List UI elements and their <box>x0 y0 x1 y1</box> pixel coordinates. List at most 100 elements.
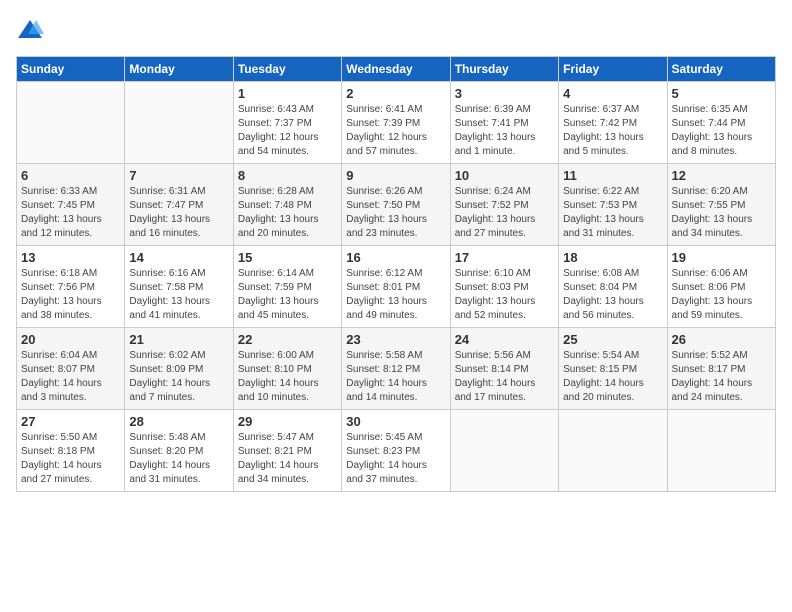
day-cell: 29 Sunrise: 5:47 AM Sunset: 8:21 PM Dayli… <box>233 410 341 492</box>
day-cell: 5 Sunrise: 6:35 AM Sunset: 7:44 PM Daylig… <box>667 82 775 164</box>
day-cell: 18 Sunrise: 6:08 AM Sunset: 8:04 PM Dayli… <box>559 246 667 328</box>
logo <box>16 16 48 44</box>
day-number: 10 <box>455 168 554 183</box>
day-header-thursday: Thursday <box>450 57 558 82</box>
day-cell <box>559 410 667 492</box>
day-header-saturday: Saturday <box>667 57 775 82</box>
week-row-5: 27 Sunrise: 5:50 AM Sunset: 8:18 PM Dayli… <box>17 410 776 492</box>
calendar-header-row: SundayMondayTuesdayWednesdayThursdayFrid… <box>17 57 776 82</box>
day-info: Sunrise: 5:56 AM Sunset: 8:14 PM Dayligh… <box>455 349 554 405</box>
day-cell: 11 Sunrise: 6:22 AM Sunset: 7:53 PM Dayli… <box>559 164 667 246</box>
day-info: Sunrise: 6:39 AM Sunset: 7:41 PM Dayligh… <box>455 103 554 159</box>
day-cell: 19 Sunrise: 6:06 AM Sunset: 8:06 PM Dayli… <box>667 246 775 328</box>
day-cell: 16 Sunrise: 6:12 AM Sunset: 8:01 PM Dayli… <box>342 246 450 328</box>
day-number: 28 <box>129 414 228 429</box>
day-cell: 10 Sunrise: 6:24 AM Sunset: 7:52 PM Dayli… <box>450 164 558 246</box>
day-info: Sunrise: 6:14 AM Sunset: 7:59 PM Dayligh… <box>238 267 337 323</box>
day-info: Sunrise: 5:52 AM Sunset: 8:17 PM Dayligh… <box>672 349 771 405</box>
week-row-2: 6 Sunrise: 6:33 AM Sunset: 7:45 PM Daylig… <box>17 164 776 246</box>
day-cell: 23 Sunrise: 5:58 AM Sunset: 8:12 PM Dayli… <box>342 328 450 410</box>
calendar: SundayMondayTuesdayWednesdayThursdayFrid… <box>16 56 776 492</box>
day-info: Sunrise: 6:00 AM Sunset: 8:10 PM Dayligh… <box>238 349 337 405</box>
day-number: 17 <box>455 250 554 265</box>
day-cell: 30Sunrise: 5:45 AM Sunset: 8:23 PM Dayli… <box>342 410 450 492</box>
day-info: Sunrise: 6:28 AM Sunset: 7:48 PM Dayligh… <box>238 185 337 241</box>
day-number: 1 <box>238 86 337 101</box>
day-cell <box>450 410 558 492</box>
day-number: 8 <box>238 168 337 183</box>
day-info: Sunrise: 6:06 AM Sunset: 8:06 PM Dayligh… <box>672 267 771 323</box>
day-number: 25 <box>563 332 662 347</box>
day-info: Sunrise: 6:24 AM Sunset: 7:52 PM Dayligh… <box>455 185 554 241</box>
day-info: Sunrise: 6:33 AM Sunset: 7:45 PM Dayligh… <box>21 185 120 241</box>
day-info: Sunrise: 5:50 AM Sunset: 8:18 PM Dayligh… <box>21 431 120 487</box>
day-number: 30 <box>346 414 445 429</box>
day-number: 18 <box>563 250 662 265</box>
day-number: 4 <box>563 86 662 101</box>
day-info: Sunrise: 6:16 AM Sunset: 7:58 PM Dayligh… <box>129 267 228 323</box>
day-info: Sunrise: 6:12 AM Sunset: 8:01 PM Dayligh… <box>346 267 445 323</box>
calendar-body: 1Sunrise: 6:43 AM Sunset: 7:37 PM Daylig… <box>17 82 776 492</box>
day-cell: 22 Sunrise: 6:00 AM Sunset: 8:10 PM Dayli… <box>233 328 341 410</box>
day-cell: 25 Sunrise: 5:54 AM Sunset: 8:15 PM Dayli… <box>559 328 667 410</box>
day-info: Sunrise: 6:35 AM Sunset: 7:44 PM Dayligh… <box>672 103 771 159</box>
day-cell: 13Sunrise: 6:18 AM Sunset: 7:56 PM Dayli… <box>17 246 125 328</box>
day-number: 3 <box>455 86 554 101</box>
day-header-wednesday: Wednesday <box>342 57 450 82</box>
day-cell: 15Sunrise: 6:14 AM Sunset: 7:59 PM Dayli… <box>233 246 341 328</box>
logo-icon <box>16 16 44 44</box>
day-cell: 26 Sunrise: 5:52 AM Sunset: 8:17 PM Dayli… <box>667 328 775 410</box>
day-info: Sunrise: 5:47 AM Sunset: 8:21 PM Dayligh… <box>238 431 337 487</box>
day-cell: 24Sunrise: 5:56 AM Sunset: 8:14 PM Dayli… <box>450 328 558 410</box>
day-number: 23 <box>346 332 445 347</box>
day-number: 5 <box>672 86 771 101</box>
day-info: Sunrise: 6:22 AM Sunset: 7:53 PM Dayligh… <box>563 185 662 241</box>
day-info: Sunrise: 6:41 AM Sunset: 7:39 PM Dayligh… <box>346 103 445 159</box>
day-info: Sunrise: 6:02 AM Sunset: 8:09 PM Dayligh… <box>129 349 228 405</box>
day-info: Sunrise: 5:54 AM Sunset: 8:15 PM Dayligh… <box>563 349 662 405</box>
day-info: Sunrise: 6:18 AM Sunset: 7:56 PM Dayligh… <box>21 267 120 323</box>
day-cell: 1Sunrise: 6:43 AM Sunset: 7:37 PM Daylig… <box>233 82 341 164</box>
day-cell: 7 Sunrise: 6:31 AM Sunset: 7:47 PM Daylig… <box>125 164 233 246</box>
day-cell: 9 Sunrise: 6:26 AM Sunset: 7:50 PM Daylig… <box>342 164 450 246</box>
day-number: 27 <box>21 414 120 429</box>
day-cell: 21 Sunrise: 6:02 AM Sunset: 8:09 PM Dayli… <box>125 328 233 410</box>
day-number: 14 <box>129 250 228 265</box>
day-cell: 4 Sunrise: 6:37 AM Sunset: 7:42 PM Daylig… <box>559 82 667 164</box>
day-cell: 2 Sunrise: 6:41 AM Sunset: 7:39 PM Daylig… <box>342 82 450 164</box>
week-row-3: 13Sunrise: 6:18 AM Sunset: 7:56 PM Dayli… <box>17 246 776 328</box>
day-number: 6 <box>21 168 120 183</box>
day-number: 22 <box>238 332 337 347</box>
day-number: 9 <box>346 168 445 183</box>
day-info: Sunrise: 6:31 AM Sunset: 7:47 PM Dayligh… <box>129 185 228 241</box>
day-info: Sunrise: 6:10 AM Sunset: 8:03 PM Dayligh… <box>455 267 554 323</box>
day-info: Sunrise: 5:48 AM Sunset: 8:20 PM Dayligh… <box>129 431 228 487</box>
day-cell: 20Sunrise: 6:04 AM Sunset: 8:07 PM Dayli… <box>17 328 125 410</box>
day-info: Sunrise: 6:37 AM Sunset: 7:42 PM Dayligh… <box>563 103 662 159</box>
day-cell: 8 Sunrise: 6:28 AM Sunset: 7:48 PM Daylig… <box>233 164 341 246</box>
day-info: Sunrise: 6:08 AM Sunset: 8:04 PM Dayligh… <box>563 267 662 323</box>
day-number: 7 <box>129 168 228 183</box>
week-row-4: 20Sunrise: 6:04 AM Sunset: 8:07 PM Dayli… <box>17 328 776 410</box>
page-header <box>16 16 776 44</box>
day-number: 16 <box>346 250 445 265</box>
day-cell: 27 Sunrise: 5:50 AM Sunset: 8:18 PM Dayli… <box>17 410 125 492</box>
week-row-1: 1Sunrise: 6:43 AM Sunset: 7:37 PM Daylig… <box>17 82 776 164</box>
day-number: 2 <box>346 86 445 101</box>
day-number: 29 <box>238 414 337 429</box>
day-number: 21 <box>129 332 228 347</box>
day-number: 12 <box>672 168 771 183</box>
day-number: 26 <box>672 332 771 347</box>
day-info: Sunrise: 5:58 AM Sunset: 8:12 PM Dayligh… <box>346 349 445 405</box>
day-number: 11 <box>563 168 662 183</box>
day-header-tuesday: Tuesday <box>233 57 341 82</box>
day-cell: 6 Sunrise: 6:33 AM Sunset: 7:45 PM Daylig… <box>17 164 125 246</box>
day-cell <box>125 82 233 164</box>
day-info: Sunrise: 6:26 AM Sunset: 7:50 PM Dayligh… <box>346 185 445 241</box>
day-info: Sunrise: 6:20 AM Sunset: 7:55 PM Dayligh… <box>672 185 771 241</box>
day-cell: 3 Sunrise: 6:39 AM Sunset: 7:41 PM Daylig… <box>450 82 558 164</box>
day-number: 19 <box>672 250 771 265</box>
day-info: Sunrise: 6:04 AM Sunset: 8:07 PM Dayligh… <box>21 349 120 405</box>
day-cell: 17 Sunrise: 6:10 AM Sunset: 8:03 PM Dayli… <box>450 246 558 328</box>
day-header-monday: Monday <box>125 57 233 82</box>
